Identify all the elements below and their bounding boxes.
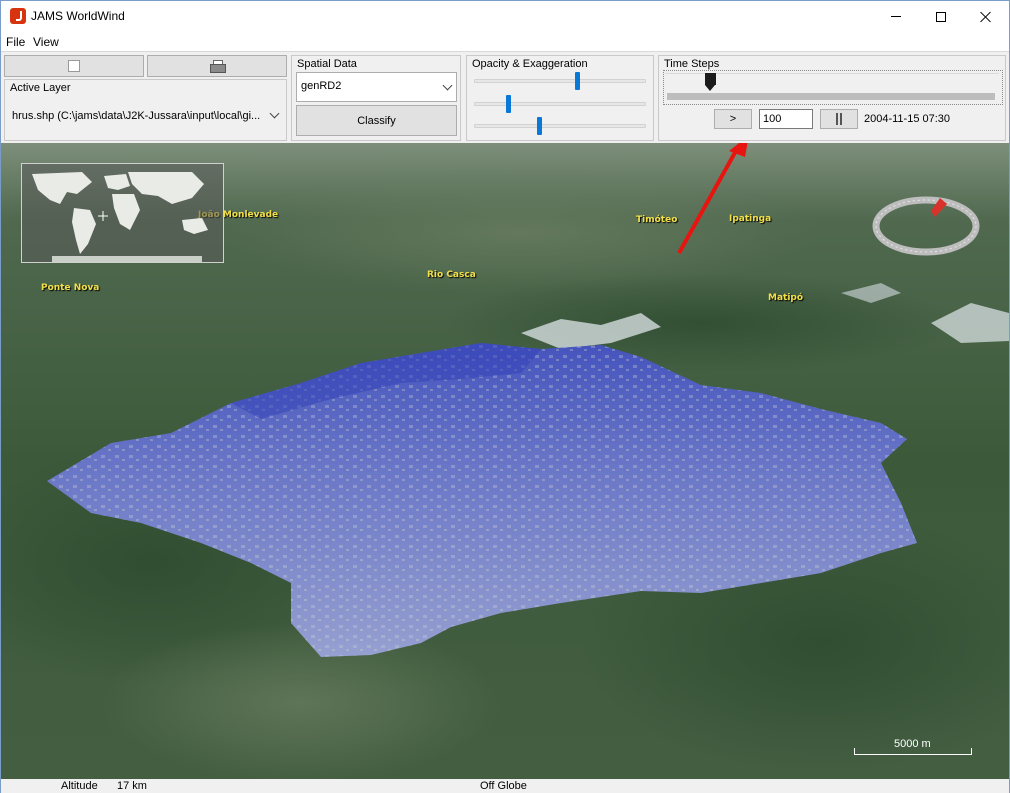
third-slider-track — [474, 124, 646, 128]
classify-button[interactable]: Classify — [296, 105, 457, 136]
active-layer-value: hrus.shp (C:\jams\data\J2K-Jussara\input… — [12, 110, 261, 122]
time-steps-title: Time Steps — [664, 58, 720, 70]
place-label: Rio Casca — [427, 270, 476, 280]
toolbar: Active Layer hrus.shp (C:\jams\data\J2K-… — [1, 51, 1009, 143]
scale-bar: 5000 m — [854, 737, 972, 759]
menu-bar: File View — [1, 32, 1009, 51]
world-map-icon — [32, 172, 208, 262]
altitude-label: Altitude — [61, 780, 98, 792]
spatial-data-value: genRD2 — [301, 80, 342, 92]
chevron-down-icon — [442, 80, 453, 91]
altitude-value: 17 km — [117, 780, 147, 792]
cursor-position: Off Globe — [480, 780, 527, 792]
scale-tick — [854, 748, 855, 755]
maximize-button[interactable] — [918, 1, 964, 32]
close-button[interactable] — [963, 1, 1009, 32]
active-layer-panel: Active Layer hrus.shp (C:\jams\data\J2K-… — [4, 79, 287, 141]
opacity-panel: Opacity & Exaggeration — [466, 55, 654, 141]
app-window: JAMS WorldWind File View Active Layer hr… — [0, 0, 1010, 793]
printer-icon — [210, 60, 226, 73]
place-label: Matipó — [768, 293, 804, 303]
third-slider[interactable] — [537, 117, 543, 135]
menu-view[interactable]: View — [33, 35, 59, 49]
time-steps-panel: Time Steps > 100 2004-11-15 07:30 — [658, 55, 1006, 141]
scale-line — [854, 754, 972, 755]
pause-icon — [836, 113, 842, 125]
print-button[interactable] — [147, 55, 287, 77]
scale-label: 5000 m — [894, 738, 931, 750]
opacity-title: Opacity & Exaggeration — [472, 58, 588, 70]
maximize-icon — [936, 11, 946, 22]
exaggeration-slider[interactable] — [506, 95, 512, 113]
opacity-slider-track — [474, 79, 646, 83]
play-button[interactable]: > — [714, 109, 752, 129]
time-slider-track — [667, 93, 995, 100]
new-view-button[interactable] — [4, 55, 144, 77]
step-input[interactable]: 100 — [759, 109, 813, 129]
menu-file[interactable]: File — [6, 35, 25, 49]
spatial-data-select[interactable]: genRD2 — [296, 72, 457, 102]
spatial-data-title: Spatial Data — [297, 58, 357, 70]
compass[interactable] — [871, 196, 981, 256]
jams-logo-icon — [10, 8, 26, 24]
world-minimap[interactable] — [21, 163, 224, 263]
minimize-icon — [891, 16, 901, 17]
title-bar: JAMS WorldWind — [1, 1, 1009, 32]
globe-view[interactable]: João Monlevade Timóteo Ipatinga Rio Casc… — [1, 143, 1009, 779]
chevron-down-icon — [269, 108, 280, 119]
active-layer-title: Active Layer — [10, 82, 71, 94]
spatial-data-panel: Spatial Data genRD2 Classify — [291, 55, 461, 141]
active-layer-dropdown[interactable]: hrus.shp (C:\jams\data\J2K-Jussara\input… — [7, 104, 284, 128]
window-title: JAMS WorldWind — [31, 9, 125, 23]
square-icon — [68, 60, 80, 72]
close-icon — [980, 11, 992, 23]
compass-icon — [872, 196, 980, 256]
opacity-slider[interactable] — [575, 72, 581, 90]
scale-tick — [971, 748, 972, 755]
place-label: Ipatinga — [729, 214, 772, 224]
place-label: Ponte Nova — [41, 283, 100, 293]
status-bar: Altitude 17 km Off Globe — [1, 779, 1009, 793]
current-datetime: 2004-11-15 07:30 — [864, 113, 951, 125]
exaggeration-slider-track — [474, 102, 646, 106]
pause-button[interactable] — [820, 109, 858, 129]
minimize-button[interactable] — [873, 1, 919, 32]
place-label: Timóteo — [636, 215, 678, 225]
time-slider-thumb[interactable] — [704, 73, 716, 92]
